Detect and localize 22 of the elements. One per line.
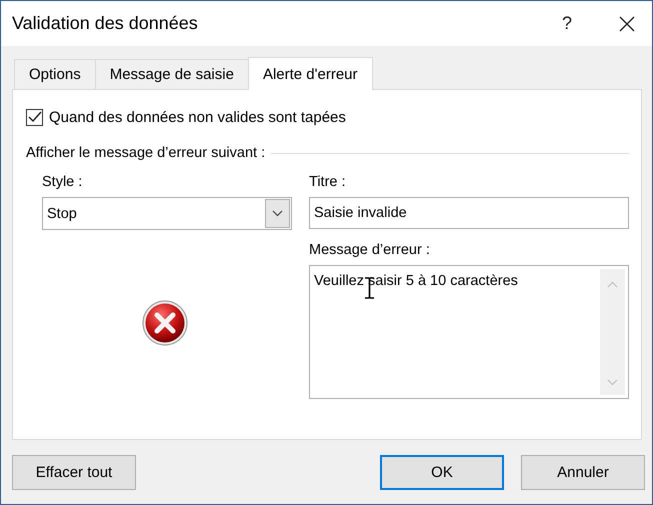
check-icon: [28, 111, 42, 123]
field-label: Message d’erreur :: [309, 242, 431, 260]
field-label: Style :: [42, 174, 84, 192]
error-icon: [141, 299, 189, 347]
chevron-down-icon: [272, 210, 283, 217]
scroll-down-icon: [607, 379, 618, 386]
tab[interactable]: Alerte d'erreur: [248, 57, 373, 90]
dialog-button[interactable]: Annuler: [521, 455, 645, 490]
dialog-button[interactable]: Effacer tout: [12, 455, 136, 490]
dialog-button[interactable]: OK: [380, 455, 504, 490]
scrollbar[interactable]: [600, 269, 625, 395]
tab[interactable]: Options: [14, 59, 96, 89]
close-icon: [619, 16, 635, 32]
help-button[interactable]: ?: [556, 13, 578, 34]
field-label: Titre :: [309, 174, 347, 192]
scroll-up-icon: [607, 281, 618, 288]
style-dropdown[interactable]: Stop: [42, 197, 292, 230]
window-title: Validation des données: [12, 13, 198, 34]
checkbox-label: Quand des données non valides sont tapées: [49, 108, 346, 126]
title-field[interactable]: Saisie invalide: [309, 197, 629, 229]
checkbox[interactable]: [26, 108, 43, 126]
group-label: Afficher le message d’erreur suivant :: [26, 145, 266, 161]
